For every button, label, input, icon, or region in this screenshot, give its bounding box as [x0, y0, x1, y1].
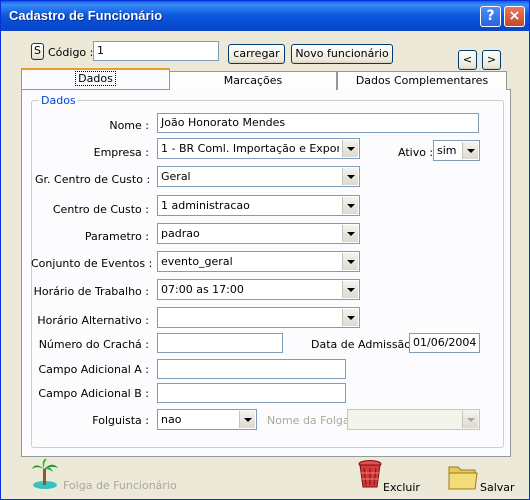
horario-alt-select[interactable]	[157, 307, 360, 328]
nome-label: Nome :	[109, 119, 149, 132]
empresa-value: 1 - BR Coml. Importação e Exportaçã	[161, 142, 339, 155]
eventos-value: evento_geral	[161, 255, 233, 268]
horario-select[interactable]: 07:00 as 17:00	[157, 279, 360, 300]
gr-centro-label: Gr. Centro de Custo :	[35, 173, 151, 186]
campo-b-input[interactable]	[157, 383, 346, 403]
chevron-down-icon[interactable]	[342, 309, 358, 326]
parametro-label: Parametro :	[84, 230, 149, 243]
help-button[interactable]: ?	[480, 6, 501, 27]
codigo-input[interactable]: 1	[93, 41, 219, 61]
s-button[interactable]: S	[31, 43, 44, 60]
ativo-select[interactable]: sim	[433, 140, 480, 161]
window: Cadastro de Funcionário ? × S Código : 1…	[0, 0, 530, 500]
tab-dados-complementares[interactable]: Dados Complementares	[337, 71, 507, 90]
salvar-label: Salvar	[480, 481, 515, 494]
nome-folga-select	[347, 409, 480, 430]
tab-dados-label: Dados	[75, 71, 116, 86]
chevron-down-icon	[462, 411, 478, 428]
centro-value: 1 administracao	[161, 199, 250, 212]
gr-centro-value: Geral	[161, 170, 191, 183]
ativo-label: Ativo :	[398, 146, 434, 159]
centro-label: Centro de Custo :	[52, 203, 149, 216]
chevron-down-icon[interactable]	[342, 168, 358, 185]
campo-b-label: Campo Adicional B :	[38, 387, 149, 400]
chevron-down-icon[interactable]	[342, 253, 358, 270]
close-button[interactable]: ×	[504, 6, 525, 27]
nome-folga-label: Nome da Folga :	[267, 414, 357, 427]
excluir-button[interactable]: Excluir	[353, 459, 420, 494]
cracha-label: Número do Crachá :	[38, 338, 149, 351]
trash-icon	[358, 460, 382, 488]
horario-label: Horário de Trabalho :	[33, 285, 149, 298]
palm-tree-icon	[32, 458, 58, 489]
novo-funcionario-button[interactable]: Novo funcionário	[291, 44, 393, 64]
group-title: Dados	[39, 94, 78, 107]
gr-centro-select[interactable]: Geral	[157, 166, 360, 187]
centro-select[interactable]: 1 administracao	[157, 195, 360, 216]
codigo-label: Código :	[48, 46, 94, 59]
cracha-input[interactable]	[157, 333, 283, 353]
folguista-select[interactable]: nao	[157, 409, 257, 430]
admissao-input[interactable]: 01/06/2004	[409, 333, 480, 353]
excluir-label: Excluir	[383, 481, 420, 494]
horario-alt-label: Horário Alternativo :	[37, 314, 149, 327]
next-button[interactable]: >	[482, 50, 501, 70]
ativo-value: sim	[437, 144, 457, 157]
empresa-label: Empresa :	[93, 146, 149, 159]
parametro-select[interactable]: padrao	[157, 223, 360, 244]
title-bar[interactable]: Cadastro de Funcionário ? ×	[1, 1, 529, 31]
admissao-label: Data de Admissão :	[311, 338, 419, 351]
nome-input[interactable]: João Honorato Mendes	[157, 113, 479, 133]
folguista-value: nao	[161, 413, 182, 426]
carregar-button[interactable]: carregar	[228, 44, 285, 64]
folguista-label: Folguista :	[92, 414, 149, 427]
parametro-value: padrao	[161, 227, 200, 240]
chevron-down-icon[interactable]	[342, 140, 358, 157]
eventos-label: Conjunto de Eventos :	[31, 257, 153, 270]
tab-marcacoes[interactable]: Marcações	[169, 71, 337, 90]
folga-funcionario-button[interactable]: Folga de Funcionário	[29, 457, 177, 493]
folder-icon	[448, 466, 478, 490]
chevron-down-icon[interactable]	[342, 197, 358, 214]
window-title: Cadastro de Funcionário	[9, 8, 163, 23]
horario-value: 07:00 as 17:00	[161, 283, 244, 296]
tab-dados[interactable]: Dados	[21, 68, 170, 89]
campo-a-label: Campo Adicional A :	[38, 363, 149, 376]
chevron-down-icon[interactable]	[342, 281, 358, 298]
chevron-down-icon[interactable]	[462, 142, 478, 159]
campo-a-input[interactable]	[157, 359, 346, 379]
folga-label: Folga de Funcionário	[63, 479, 177, 492]
previous-button[interactable]: <	[458, 50, 477, 70]
empresa-select[interactable]: 1 - BR Coml. Importação e Exportaçã	[157, 138, 360, 159]
eventos-select[interactable]: evento_geral	[157, 251, 360, 272]
salvar-button[interactable]: Salvar	[447, 461, 517, 494]
chevron-down-icon[interactable]	[239, 411, 255, 428]
chevron-down-icon[interactable]	[342, 225, 358, 242]
